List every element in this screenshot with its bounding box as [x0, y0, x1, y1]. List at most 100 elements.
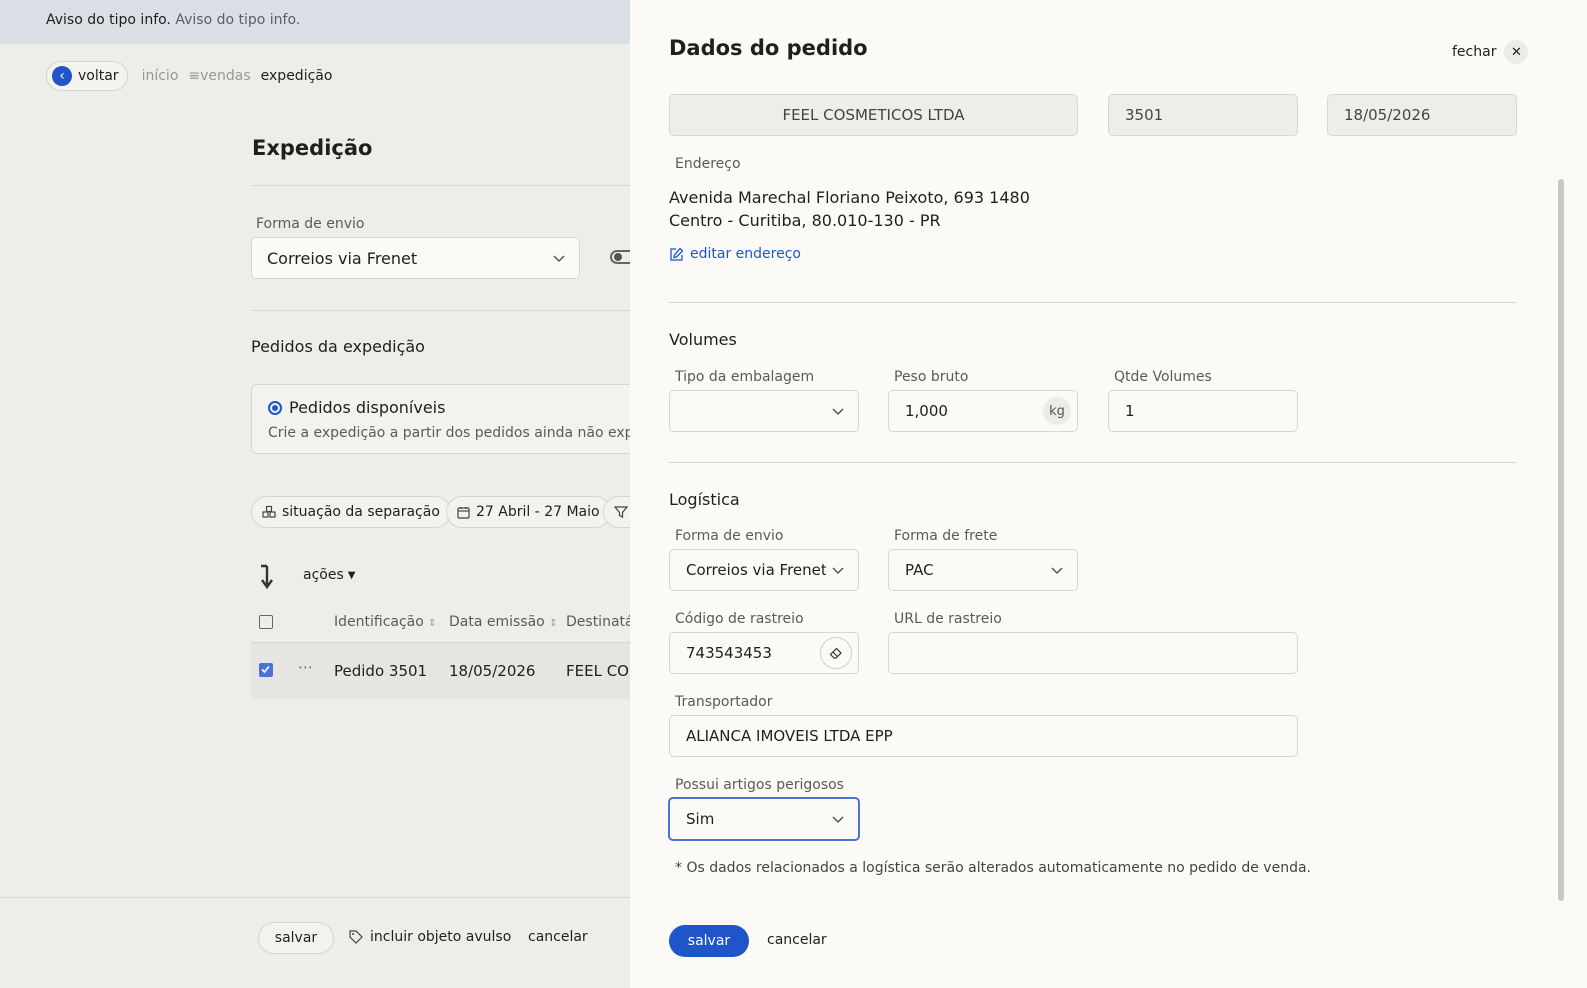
column-header-destinatario[interactable]: Destinatá: [566, 614, 634, 630]
chevron-down-icon: [832, 567, 844, 575]
divider: [251, 310, 651, 311]
order-date-field: 18/05/2026: [1327, 94, 1517, 136]
volume-qty-label: Qtde Volumes: [1114, 369, 1212, 385]
freight-method-value: PAC: [905, 561, 934, 579]
card-description: Crie a expedição a partir dos pedidos ai…: [268, 425, 664, 441]
boxes-icon: [262, 505, 276, 518]
row-id: Pedido 3501: [334, 662, 428, 680]
package-type-label: Tipo da embalagem: [675, 369, 815, 385]
include-loose-object-label: incluir objeto avulso: [370, 929, 512, 945]
dangerous-goods-label: Possui artigos perigosos: [675, 777, 844, 793]
close-drawer-button[interactable]: fechar ✕: [1452, 40, 1529, 64]
edit-address-link[interactable]: editar endereço: [669, 246, 801, 262]
select-all-checkbox[interactable]: [259, 615, 273, 629]
row-checkbox[interactable]: [259, 663, 273, 677]
logistics-note: * Os dados relacionados a logística serã…: [675, 860, 1311, 876]
carrier-input[interactable]: ALIANCA IMOVEIS LTDA EPP: [669, 715, 1298, 757]
row-date: 18/05/2026: [449, 662, 536, 680]
shipping-select[interactable]: Correios via Frenet: [251, 237, 580, 279]
row-more-icon[interactable]: ⋯: [298, 658, 313, 676]
tracking-url-input[interactable]: [888, 632, 1298, 674]
volumes-title: Volumes: [669, 330, 737, 349]
freight-method-select[interactable]: PAC: [888, 549, 1078, 591]
logistics-title: Logística: [669, 490, 740, 509]
breadcrumb-expedicao: expedição: [260, 68, 333, 84]
package-type-select[interactable]: [669, 390, 859, 432]
carrier-label: Transportador: [675, 694, 773, 710]
row-recipient: FEEL CO: [566, 662, 629, 680]
weight-unit: kg: [1043, 397, 1071, 425]
chevron-left-icon: ‹: [52, 66, 72, 86]
chevron-down-icon: [832, 816, 844, 824]
tag-icon: [349, 930, 363, 944]
calendar-icon: [457, 506, 470, 519]
scrollbar-thumb[interactable]: [1558, 179, 1564, 901]
shipping-method-select[interactable]: Correios via Frenet: [669, 549, 859, 591]
sort-direction-icon[interactable]: [257, 563, 275, 591]
shipping-select-value: Correios via Frenet: [267, 248, 418, 268]
address-line-2: Centro - Curitiba, 80.010-130 - PR: [669, 211, 941, 230]
actions-label: ações: [303, 567, 344, 583]
gross-weight-label: Peso bruto: [894, 369, 969, 385]
cancel-button[interactable]: cancelar: [528, 929, 588, 945]
order-details-drawer: Dados do pedido fechar ✕ FEEL COSMETICOS…: [630, 0, 1587, 988]
divider: [669, 302, 1517, 303]
back-label: voltar: [78, 68, 119, 84]
date-range-label: 27 Abril - 27 Maio: [476, 504, 600, 520]
date-range-filter[interactable]: 27 Abril - 27 Maio: [446, 496, 611, 528]
recipient-field: FEEL COSMETICOS LTDA: [669, 94, 1078, 136]
drawer-cancel-button[interactable]: cancelar: [767, 932, 827, 948]
menu-icon: ≡: [188, 68, 201, 84]
check-icon: [261, 665, 270, 674]
notice-strong: Aviso do tipo info.: [46, 12, 171, 28]
address-line-1: Avenida Marechal Floriano Peixoto, 693 1…: [669, 188, 1030, 207]
freight-method-label: Forma de frete: [894, 528, 998, 544]
gross-weight-value: 1,000: [905, 402, 948, 420]
notice-muted: Aviso do tipo info.: [175, 12, 301, 28]
sort-icon: ⇕: [549, 618, 558, 629]
sort-icon: ⇕: [428, 618, 437, 629]
breadcrumb-inicio[interactable]: início: [142, 68, 179, 84]
order-number-field: 3501: [1108, 94, 1298, 136]
tracking-code-label: Código de rastreio: [675, 611, 804, 627]
chevron-down-icon: [1051, 567, 1063, 575]
dangerous-goods-value: Sim: [686, 810, 715, 828]
dangerous-goods-select[interactable]: Sim: [668, 797, 860, 841]
filter-icon: [614, 506, 628, 518]
breadcrumb-vendas[interactable]: ≡vendas: [188, 68, 250, 84]
divider: [251, 185, 651, 186]
order-date-value: 18/05/2026: [1344, 106, 1431, 124]
drawer-save-button[interactable]: salvar: [669, 925, 749, 957]
actions-dropdown[interactable]: ações ▼: [303, 567, 355, 583]
tracking-url-label: URL de rastreio: [894, 611, 1002, 627]
order-number-value: 3501: [1125, 106, 1164, 124]
tracking-code-input[interactable]: 743543453: [669, 632, 859, 674]
address-label: Endereço: [675, 156, 741, 172]
column-header-data-emissao[interactable]: Data emissão ⇕: [449, 614, 558, 630]
include-loose-object-button[interactable]: incluir objeto avulso: [348, 929, 511, 945]
eraser-icon[interactable]: [820, 637, 852, 669]
breadcrumb: ‹ voltar início ≡vendas expedição: [46, 61, 332, 91]
back-button[interactable]: ‹ voltar: [46, 61, 128, 91]
close-label: fechar: [1452, 44, 1497, 60]
shipping-label: Forma de envio: [256, 216, 365, 232]
separation-status-filter[interactable]: situação da separação: [251, 496, 451, 528]
gross-weight-input[interactable]: 1,000 kg: [888, 390, 1078, 432]
drawer-scrollbar[interactable]: [1557, 85, 1565, 905]
available-orders-option[interactable]: Pedidos disponíveis Crie a expedição a p…: [251, 384, 664, 454]
shipping-method-label: Forma de envio: [675, 528, 784, 544]
column-header-identificacao[interactable]: Identificação ⇕: [334, 614, 437, 630]
orders-section-title: Pedidos da expedição: [251, 337, 425, 356]
save-button[interactable]: salvar: [258, 922, 334, 954]
edit-icon: [670, 247, 684, 261]
radio-selected[interactable]: [268, 401, 282, 415]
edit-address-label: editar endereço: [690, 246, 801, 262]
close-icon: ✕: [1504, 40, 1529, 64]
carrier-value: ALIANCA IMOVEIS LTDA EPP: [686, 727, 893, 745]
card-title: Pedidos disponíveis: [289, 398, 446, 417]
volume-qty-value: 1: [1125, 402, 1135, 420]
volume-qty-input[interactable]: 1: [1108, 390, 1298, 432]
page-title: Expedição: [252, 136, 373, 160]
chevron-down-icon: [832, 408, 844, 416]
info-notice: Aviso do tipo info. Aviso do tipo info.: [0, 0, 640, 44]
